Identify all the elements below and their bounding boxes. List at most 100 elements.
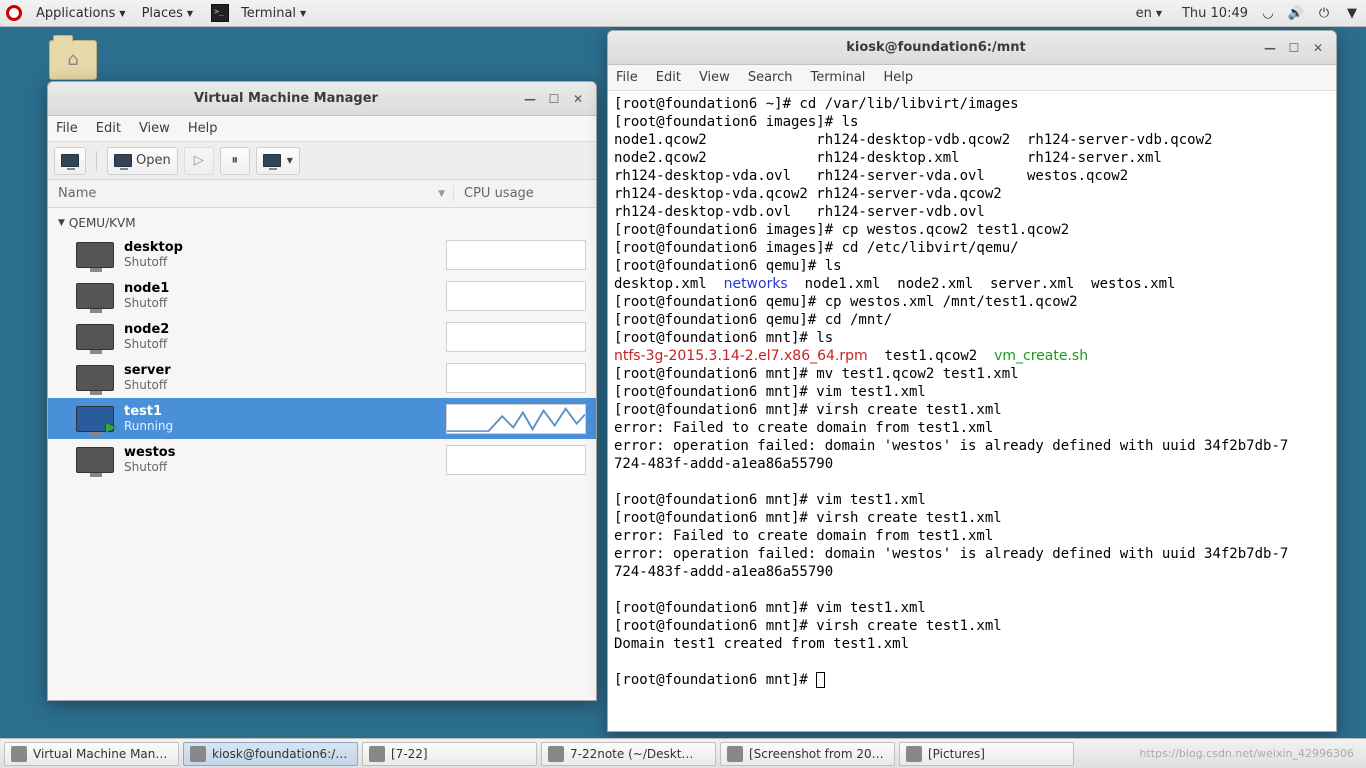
close-button[interactable]: ✕ — [1308, 38, 1328, 58]
vm-state: Running — [124, 419, 446, 433]
vm-screen-icon — [76, 447, 114, 473]
vmm-title: Virtual Machine Manager — [56, 91, 516, 106]
menu-search[interactable]: Search — [748, 70, 793, 85]
vm-name: westos — [124, 445, 446, 460]
cpu-graph — [446, 322, 586, 352]
vm-row-server[interactable]: serverShutoff — [48, 357, 596, 398]
vm-screen-icon — [76, 242, 114, 268]
vm-state: Shutoff — [124, 337, 446, 351]
task-label: 7-22note (~/Deskt… — [570, 747, 693, 761]
vmm-toolbar: Open ▷ ⏸ ▼ — [48, 142, 596, 180]
menu-file[interactable]: File — [616, 70, 638, 85]
cpu-graph — [446, 445, 586, 475]
task-icon — [906, 746, 922, 762]
menu-help[interactable]: Help — [188, 121, 218, 136]
vm-name: node2 — [124, 322, 446, 337]
places-menu[interactable]: Places▼ — [134, 6, 202, 21]
task-icon — [548, 746, 564, 762]
task-label: Virtual Machine Man… — [33, 747, 167, 761]
vm-screen-icon — [76, 365, 114, 391]
term-menubar: File Edit View Search Terminal Help — [608, 65, 1336, 91]
menu-terminal[interactable]: Terminal — [810, 70, 865, 85]
cpu-graph — [446, 404, 586, 434]
sort-icon[interactable]: ▼ — [438, 189, 445, 199]
shutdown-button[interactable]: ▼ — [256, 147, 300, 175]
vm-screen-icon — [76, 283, 114, 309]
maximize-button[interactable]: ☐ — [544, 89, 564, 109]
power-icon[interactable]: ⏻ — [1316, 5, 1332, 21]
vm-row-westos[interactable]: westosShutoff — [48, 439, 596, 480]
distro-icon — [6, 5, 22, 21]
vm-row-desktop[interactable]: desktopShutoff — [48, 234, 596, 275]
system-tray: en▼ Thu 10:49 ◡ 🔊 ⏻ ▼ — [1128, 5, 1360, 21]
terminal-content[interactable]: [root@foundation6 ~]# cd /var/lib/libvir… — [608, 91, 1336, 731]
taskbar-item-2[interactable]: [7-22] — [362, 742, 537, 766]
clock[interactable]: Thu 10:49 — [1182, 6, 1248, 21]
new-vm-button[interactable] — [54, 147, 86, 175]
open-vm-button[interactable]: Open — [107, 147, 178, 175]
wifi-icon[interactable]: ◡ — [1260, 5, 1276, 21]
term-title: kiosk@foundation6:/mnt — [616, 40, 1256, 55]
vm-state: Shutoff — [124, 460, 446, 474]
taskbar-item-0[interactable]: Virtual Machine Man… — [4, 742, 179, 766]
task-label: [Screenshot from 20… — [749, 747, 884, 761]
col-cpu[interactable]: CPU usage — [453, 186, 596, 201]
task-label: [7-22] — [391, 747, 428, 761]
menu-view[interactable]: View — [139, 121, 170, 136]
bottom-taskbar: Virtual Machine Man… kiosk@foundation6:/…… — [0, 738, 1366, 768]
term-titlebar[interactable]: kiosk@foundation6:/mnt — ☐ ✕ — [608, 31, 1336, 65]
vm-state: Shutoff — [124, 296, 446, 310]
vm-row-node1[interactable]: node1Shutoff — [48, 275, 596, 316]
vm-row-node2[interactable]: node2Shutoff — [48, 316, 596, 357]
vm-row-test1[interactable]: test1Running — [48, 398, 596, 439]
close-button[interactable]: ✕ — [568, 89, 588, 109]
minimize-button[interactable]: — — [520, 89, 540, 109]
task-label: kiosk@foundation6:/… — [212, 747, 347, 761]
vmm-titlebar[interactable]: Virtual Machine Manager — ☐ ✕ — [48, 82, 596, 116]
input-language[interactable]: en▼ — [1128, 6, 1170, 21]
vmm-column-headers: Name ▼ CPU usage — [48, 180, 596, 208]
terminal-launcher-icon[interactable] — [211, 4, 229, 22]
terminal-window: kiosk@foundation6:/mnt — ☐ ✕ File Edit V… — [607, 30, 1337, 732]
vm-state: Shutoff — [124, 378, 446, 392]
task-icon — [727, 746, 743, 762]
col-name[interactable]: Name — [58, 186, 96, 201]
cpu-graph — [446, 363, 586, 393]
task-icon — [11, 746, 27, 762]
minimize-button[interactable]: — — [1260, 38, 1280, 58]
taskbar-item-3[interactable]: 7-22note (~/Deskt… — [541, 742, 716, 766]
menu-view[interactable]: View — [699, 70, 730, 85]
menu-help[interactable]: Help — [883, 70, 913, 85]
expand-icon[interactable]: ▼ — [58, 218, 65, 228]
run-button[interactable]: ▷ — [184, 147, 214, 175]
watermark: https://blog.csdn.net/weixin_42996306 — [1139, 747, 1362, 760]
vmm-menubar: File Edit View Help — [48, 116, 596, 142]
volume-icon[interactable]: 🔊 — [1288, 5, 1304, 21]
vm-name: node1 — [124, 281, 446, 296]
user-menu-icon[interactable]: ▼ — [1344, 5, 1360, 21]
task-icon — [190, 746, 206, 762]
terminal-menu[interactable]: Terminal▼ — [233, 6, 314, 21]
gnome-top-bar: Applications▼ Places▼ Terminal▼ en▼ Thu … — [0, 0, 1366, 27]
cpu-graph — [446, 281, 586, 311]
menu-edit[interactable]: Edit — [96, 121, 121, 136]
taskbar-item-5[interactable]: [Pictures] — [899, 742, 1074, 766]
task-label: [Pictures] — [928, 747, 985, 761]
vm-screen-icon — [76, 324, 114, 350]
vm-name: test1 — [124, 404, 446, 419]
menu-file[interactable]: File — [56, 121, 78, 136]
connection-group[interactable]: ▼QEMU/KVM — [48, 212, 596, 234]
vmm-vm-tree: ▼QEMU/KVM desktopShutoffnode1Shutoffnode… — [48, 208, 596, 484]
task-icon — [369, 746, 385, 762]
virt-manager-window: Virtual Machine Manager — ☐ ✕ File Edit … — [47, 81, 597, 701]
menu-edit[interactable]: Edit — [656, 70, 681, 85]
taskbar-item-1[interactable]: kiosk@foundation6:/… — [183, 742, 358, 766]
applications-menu[interactable]: Applications▼ — [28, 6, 134, 21]
vm-name: server — [124, 363, 446, 378]
pause-button[interactable]: ⏸ — [220, 147, 250, 175]
taskbar-item-4[interactable]: [Screenshot from 20… — [720, 742, 895, 766]
vm-name: desktop — [124, 240, 446, 255]
cpu-graph — [446, 240, 586, 270]
maximize-button[interactable]: ☐ — [1284, 38, 1304, 58]
vm-state: Shutoff — [124, 255, 446, 269]
